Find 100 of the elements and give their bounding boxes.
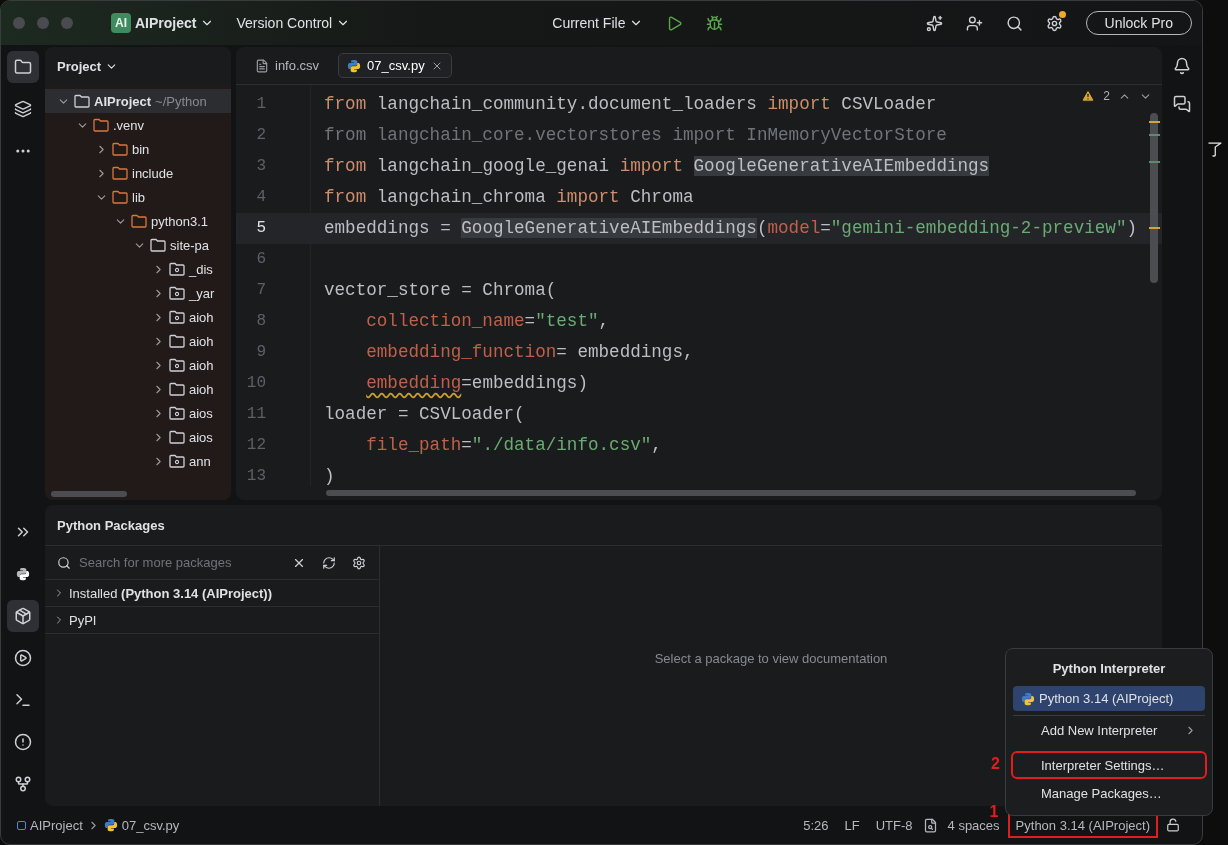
- folder-icon: [112, 142, 128, 156]
- breadcrumb[interactable]: 07_csv.py: [103, 817, 180, 833]
- tree-item[interactable]: aioh: [45, 305, 231, 329]
- code-line: embedding_function= embeddings,: [365, 342, 694, 362]
- folder-icon[interactable]: [7, 51, 39, 83]
- package-search-field[interactable]: Search for more packages: [77, 554, 281, 571]
- tree-item-label: aioh: [189, 357, 214, 373]
- panel-title[interactable]: Project: [57, 58, 102, 74]
- line-number: 9: [255, 342, 267, 363]
- annotation-number: 2: [991, 755, 1000, 773]
- tree-item-label: aioh: [189, 333, 214, 349]
- line-number: 8: [255, 311, 267, 332]
- tree-item[interactable]: aios: [45, 425, 231, 449]
- package-folder-icon: [169, 454, 185, 468]
- annotation-number: 1: [989, 802, 999, 821]
- tree-item[interactable]: aioh: [45, 377, 231, 401]
- python-icon: [16, 567, 30, 581]
- python-icon: [103, 818, 118, 832]
- tree-item-label: ann: [189, 453, 211, 469]
- tree-item-label: aioh: [189, 381, 214, 397]
- path-hint: ~/Python: [155, 93, 207, 109]
- group-label: Installed (Python 3.14 (AIProject)): [69, 585, 272, 601]
- tree-item-label: aios: [189, 429, 213, 445]
- code-line: vector_store = Chroma(: [324, 280, 557, 300]
- python-icon: [347, 58, 362, 73]
- file-encoding[interactable]: UTF-8: [869, 814, 919, 836]
- warning-count: 2: [1103, 89, 1110, 103]
- tree-item-label: include: [132, 165, 174, 181]
- editor-tab[interactable]: 07_csv.py: [338, 53, 452, 78]
- tree-item[interactable]: AIProject ~/Python: [45, 89, 231, 113]
- code-line: from langchain_core.vectorstores import InMemoryVectorStore: [324, 125, 947, 145]
- folder-icon: [112, 166, 128, 180]
- line-number: 12: [245, 435, 267, 456]
- tree-item-label: aioh: [189, 309, 214, 325]
- run-config-selector[interactable]: Current File: [546, 11, 650, 35]
- tree-item[interactable]: .venv: [45, 113, 231, 137]
- tree-item-label: python3.1: [151, 213, 209, 229]
- code-line: from langchain_community.document_loaders import CSVLoader: [324, 94, 937, 114]
- editor-tab[interactable]: info.csv: [246, 53, 329, 78]
- tree-item[interactable]: lib: [45, 185, 231, 209]
- interpreter-selector[interactable]: Python 3.14 (AIProject): [1009, 814, 1156, 836]
- group-label: PyPI: [69, 612, 97, 628]
- tree-item[interactable]: aioh: [45, 353, 231, 377]
- folder-icon: [169, 382, 185, 396]
- tree-item[interactable]: aios: [45, 401, 231, 425]
- menu-item[interactable]: Add New Interpreter: [1013, 715, 1205, 745]
- menu-item[interactable]: Manage Packages…: [1013, 781, 1205, 805]
- scrollbar[interactable]: [326, 490, 1136, 496]
- line-number: 6: [255, 249, 267, 270]
- tree-item-label: _yar: [189, 285, 215, 301]
- background-text: 了: [1207, 140, 1224, 159]
- package-group[interactable]: Installed (Python 3.14 (AIProject)): [45, 580, 379, 607]
- text-file-icon: [255, 58, 269, 73]
- code-line: from langchain_chroma import Chroma: [324, 187, 694, 207]
- tree-item-label: site-pa: [170, 237, 210, 253]
- line-number: 5: [236, 213, 310, 244]
- breadcrumb[interactable]: AIProject: [17, 817, 83, 833]
- folder-icon: [93, 118, 109, 132]
- line-number: 1: [255, 94, 267, 115]
- packages-icon[interactable]: [7, 600, 39, 632]
- code-line: embedding=embeddings): [365, 373, 588, 393]
- tree-item[interactable]: ann: [45, 449, 231, 473]
- tree-item[interactable]: bin: [45, 137, 231, 161]
- folder-icon: [169, 430, 185, 444]
- tree-item-label: _dis: [189, 261, 213, 277]
- package-folder-icon: [169, 358, 185, 372]
- tree-item[interactable]: include: [45, 161, 231, 185]
- caret-position[interactable]: 5:26: [797, 814, 835, 836]
- package-group[interactable]: PyPI: [45, 607, 379, 634]
- line-separator[interactable]: LF: [838, 814, 866, 836]
- code-line: from langchain_google_genai import GoogleGenerativeAIEmbeddings: [324, 156, 990, 176]
- code-line: ): [324, 466, 335, 486]
- popup-title: Python Interpreter: [1051, 660, 1167, 678]
- tree-item[interactable]: _yar: [45, 281, 231, 305]
- line-number: 10: [245, 373, 267, 394]
- menu-item[interactable]: Python 3.14 (AIProject): [1013, 686, 1205, 711]
- line-number: 7: [255, 280, 267, 301]
- tree-item-label: aios: [189, 405, 213, 421]
- project-switcher[interactable]: AI AIProject: [105, 9, 221, 37]
- folder-icon: [150, 238, 166, 252]
- package-folder-icon: [169, 262, 185, 276]
- code-line: file_path="./data/info.csv",: [365, 435, 662, 455]
- warning-icon[interactable]: [1081, 89, 1096, 103]
- tree-item[interactable]: aioh: [45, 329, 231, 353]
- code-line: collection_name="test",: [365, 311, 610, 331]
- tree-item-label: lib: [132, 189, 145, 205]
- line-number: 2: [255, 125, 267, 146]
- search-icon: [57, 555, 71, 570]
- tree-item[interactable]: python3.1: [45, 209, 231, 233]
- vcs-menu[interactable]: Version Control: [230, 11, 357, 35]
- empty-message: Select a package to view documentation: [654, 650, 888, 666]
- package-folder-icon: [169, 286, 185, 300]
- tree-item[interactable]: site-pa: [45, 233, 231, 257]
- folder-icon: [131, 214, 147, 228]
- line-number: 11: [245, 404, 267, 425]
- scrollbar[interactable]: [1150, 113, 1158, 283]
- python-icon: [1021, 691, 1035, 706]
- line-number: 4: [255, 187, 267, 208]
- package-folder-icon: [169, 310, 185, 324]
- tree-item[interactable]: _dis: [45, 257, 231, 281]
